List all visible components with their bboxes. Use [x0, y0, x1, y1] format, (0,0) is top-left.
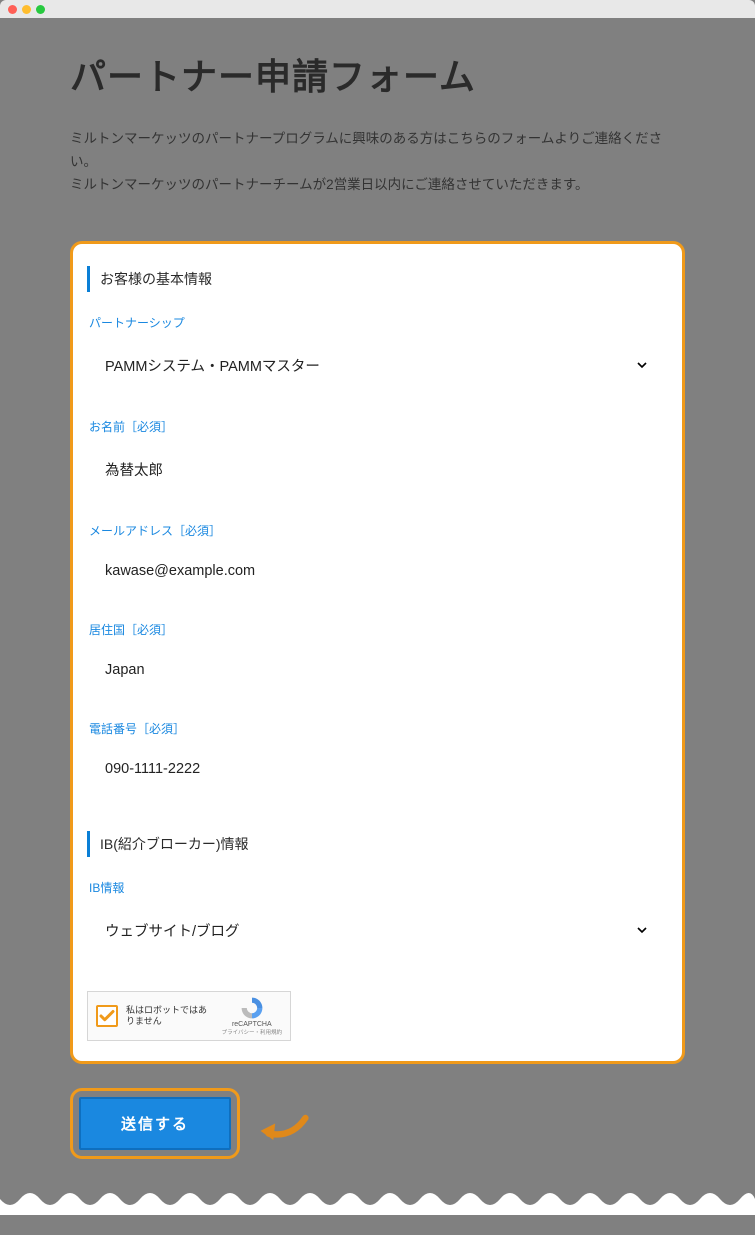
label-partnership: パートナーシップ: [87, 314, 668, 331]
field-name: お名前［必須］ 為替太郎: [87, 418, 668, 512]
page-description-line2: ミルトンマーケッツのパートナーチームが2営業日以内にご連絡させていただきます。: [70, 177, 588, 192]
label-ib-info: IB情報: [87, 879, 668, 896]
page-title: パートナー申請フォーム: [70, 48, 685, 100]
window-close-dot[interactable]: [8, 5, 17, 14]
submit-highlight: 送信する: [70, 1088, 240, 1159]
recaptcha-widget[interactable]: 私はロボットではありません reCAPTCHA プライバシー・利用規約: [87, 991, 291, 1041]
annotation-arrow-icon: [255, 1109, 310, 1154]
page-description: ミルトンマーケッツのパートナープログラムに興味のある方はこちらのフォームよりご連…: [70, 128, 685, 197]
recaptcha-checkbox[interactable]: [96, 1005, 118, 1027]
recaptcha-terms: プライバシー・利用規約: [222, 1028, 282, 1036]
input-country[interactable]: Japan: [87, 652, 668, 710]
input-phone[interactable]: 090-1111-2222: [87, 751, 668, 809]
select-ib-info[interactable]: ウェブサイト/ブログ: [87, 910, 668, 973]
submit-button[interactable]: 送信する: [79, 1097, 231, 1150]
titlebar: [0, 0, 755, 18]
recaptcha-badge: reCAPTCHA プライバシー・利用規約: [222, 995, 282, 1036]
label-email: メールアドレス［必須］: [87, 522, 668, 539]
field-partnership: パートナーシップ PAMMシステム・PAMMマスター: [87, 314, 668, 408]
recaptcha-brand: reCAPTCHA: [222, 1021, 282, 1028]
field-ib-info: IB情報 ウェブサイト/ブログ: [87, 879, 668, 973]
chevron-down-icon: [634, 922, 650, 942]
page-description-line1: ミルトンマーケッツのパートナープログラムに興味のある方はこちらのフォームよりご連…: [70, 131, 662, 169]
select-ib-info-value: ウェブサイト/ブログ: [105, 924, 240, 940]
select-partnership[interactable]: PAMMシステム・PAMMマスター: [87, 345, 668, 408]
input-country-value: Japan: [105, 662, 145, 678]
form-card: お客様の基本情報 パートナーシップ PAMMシステム・PAMMマスター お名前［…: [70, 241, 685, 1064]
input-name-value: 為替太郎: [105, 463, 163, 479]
section-ib-info: IB(紹介ブローカー)情報: [87, 831, 668, 857]
field-phone: 電話番号［必須］ 090-1111-2222: [87, 720, 668, 809]
input-name[interactable]: 為替太郎: [87, 449, 668, 512]
label-country: 居住国［必須］: [87, 621, 668, 638]
window-maximize-dot[interactable]: [36, 5, 45, 14]
select-partnership-value: PAMMシステム・PAMMマスター: [105, 359, 320, 375]
label-phone: 電話番号［必須］: [87, 720, 668, 737]
decorative-wave: [0, 1185, 755, 1215]
window-minimize-dot[interactable]: [22, 5, 31, 14]
page-content: パートナー申請フォーム ミルトンマーケッツのパートナープログラムに興味のある方は…: [0, 18, 755, 1189]
app-window: パートナー申請フォーム ミルトンマーケッツのパートナープログラムに興味のある方は…: [0, 0, 755, 1189]
section-basic-info: お客様の基本情報: [87, 266, 668, 292]
label-name: お名前［必須］: [87, 418, 668, 435]
chevron-down-icon: [634, 357, 650, 377]
field-country: 居住国［必須］ Japan: [87, 621, 668, 710]
input-email[interactable]: kawase@example.com: [87, 553, 668, 611]
field-email: メールアドレス［必須］ kawase@example.com: [87, 522, 668, 611]
input-phone-value: 090-1111-2222: [105, 761, 200, 777]
recaptcha-logo-icon: [239, 995, 265, 1021]
input-email-value: kawase@example.com: [105, 563, 255, 579]
recaptcha-label: 私はロボットではありません: [126, 1005, 211, 1027]
